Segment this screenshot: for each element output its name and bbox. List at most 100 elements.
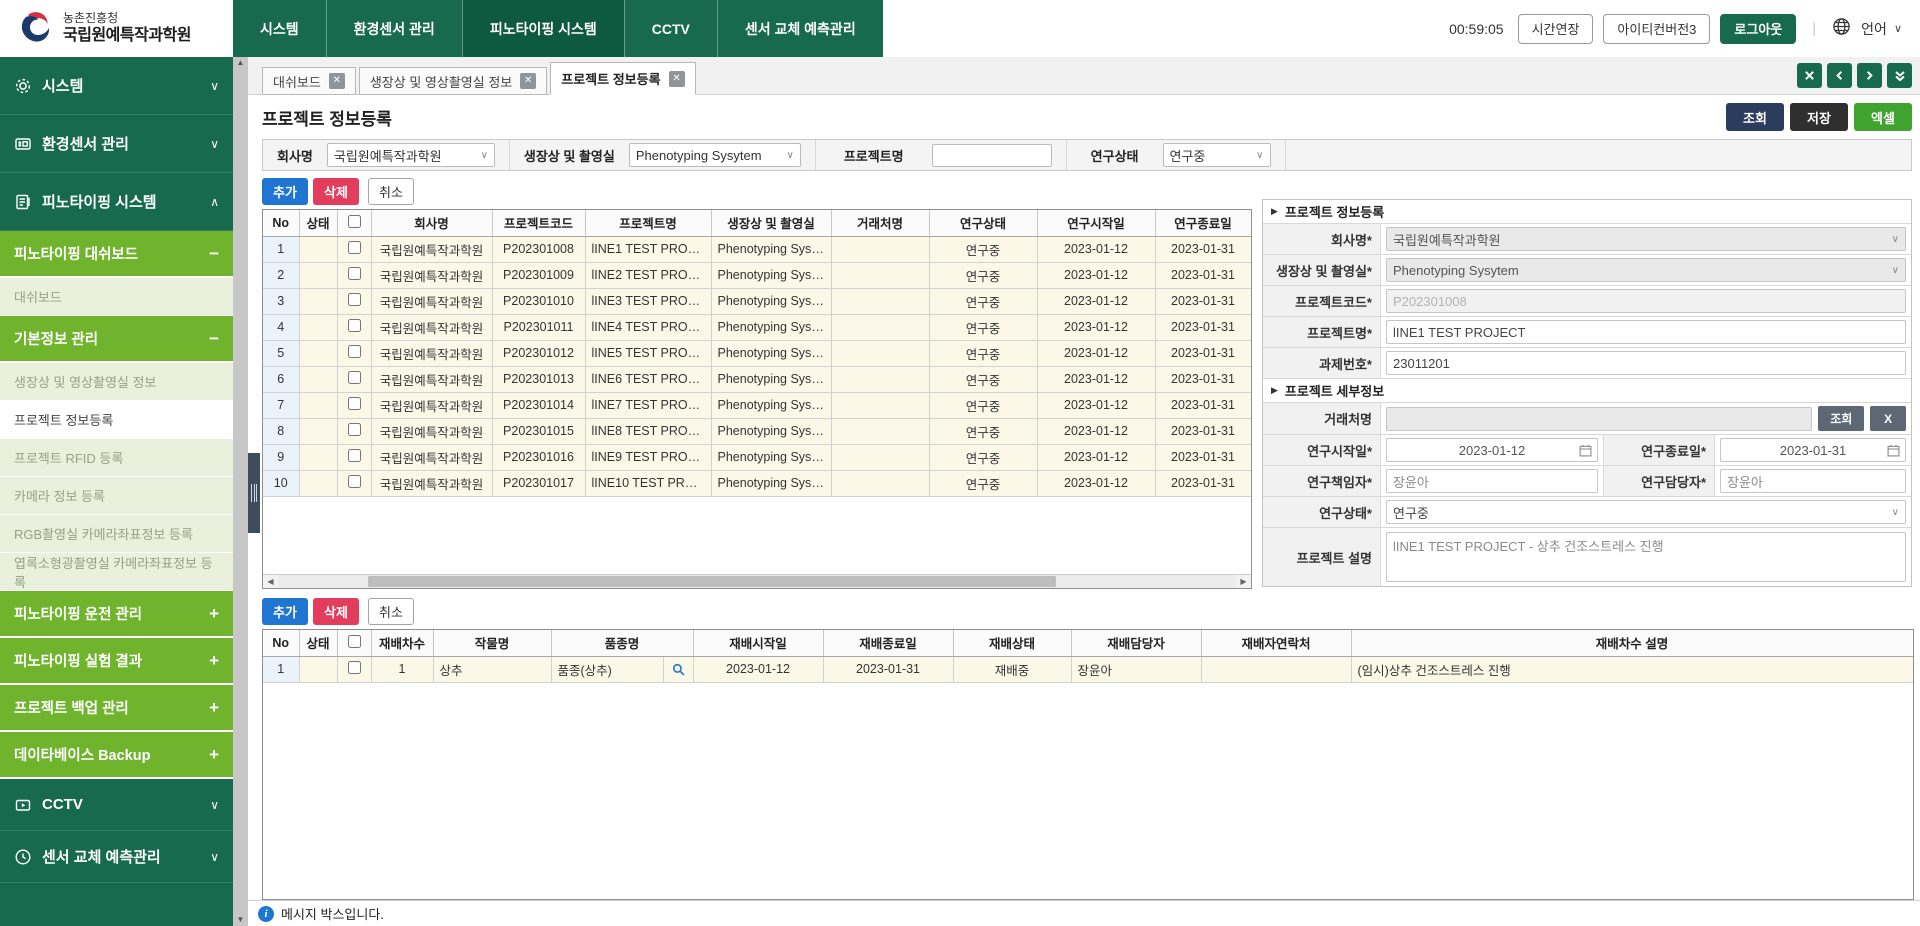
company-filter-label: 회사명 <box>263 146 327 165</box>
sidebar-group-experiment-result[interactable]: 피노타이핑 실험 결과 + <box>0 638 233 685</box>
task-number-field[interactable] <box>1386 351 1906 375</box>
table-row[interactable]: 6 국립원예특작과학원P202301013 lINE6 TEST PROJECT… <box>263 366 1251 392</box>
table-row[interactable]: 5 국립원예특작과학원P202301012 lINE5 TEST PROJECT… <box>263 340 1251 366</box>
table-row[interactable]: 2 국립원예특작과학원P202301009 lINE2 TEST PROJECT… <box>263 262 1251 288</box>
sidebar-item-phenotyping[interactable]: 피노타이핑 시스템 ∧ <box>0 173 233 231</box>
sidebar-item-cctv[interactable]: CCTV ∨ <box>0 779 233 831</box>
table-row[interactable]: 8 국립원예특작과학원P202301015 lINE8 TEST PROJECT… <box>263 418 1251 444</box>
row-checkbox[interactable] <box>348 319 361 332</box>
nav-sensor-predict[interactable]: 센서 교체 예측관리 <box>717 0 883 57</box>
nav-system[interactable]: 시스템 <box>233 0 326 57</box>
close-all-tabs-button[interactable] <box>1797 63 1822 88</box>
row-checkbox[interactable] <box>348 293 361 306</box>
sidebar-item-project-rfid[interactable]: 프로젝트 RFID 등록 <box>0 439 233 477</box>
select-all-checkbox[interactable] <box>348 635 361 648</box>
table-row[interactable]: 7 국립원예특작과학원P202301014 lINE7 TEST PROJECT… <box>263 392 1251 418</box>
add-cultivation-button[interactable]: 추가 <box>262 598 308 625</box>
logo: 농촌진흥청 국립원예특작과학원 <box>0 0 233 57</box>
manager-field[interactable] <box>1720 469 1906 493</box>
sidebar-group-dashboard[interactable]: 피노타이핑 대쉬보드 − <box>0 231 233 278</box>
client-search-button[interactable]: 조회 <box>1818 406 1864 431</box>
prev-tab-button[interactable] <box>1827 63 1852 88</box>
table-row[interactable]: 1 국립원예특작과학원P202301008 lINE1 TEST PROJECT… <box>263 236 1251 262</box>
row-checkbox[interactable] <box>348 475 361 488</box>
table-row[interactable]: 1 1 상추 품종(상추) 202 <box>263 656 1913 682</box>
tab-project-register[interactable]: 프로젝트 정보등록 ✕ <box>550 62 695 95</box>
next-tab-button[interactable] <box>1857 63 1882 88</box>
variety-search-icon[interactable] <box>670 663 687 676</box>
state-select[interactable]: 연구중 ∨ <box>1386 500 1906 524</box>
sidebar-item-dashboard[interactable]: 대쉬보드 <box>0 278 233 316</box>
row-checkbox[interactable] <box>348 345 361 358</box>
sidebar-item-growth-room-info[interactable]: 생장상 및 영상촬영실 정보 <box>0 363 233 401</box>
language-menu[interactable]: 언어 ∨ <box>1861 19 1902 39</box>
scroll-right-icon[interactable]: ▶ <box>1236 575 1251 588</box>
nav-cctv[interactable]: CCTV <box>624 0 717 57</box>
calendar-icon[interactable] <box>1887 444 1900 457</box>
sidebar-item-project-register[interactable]: 프로젝트 정보등록 <box>0 401 233 439</box>
page-vertical-scrollbar[interactable]: ▲ ▼ <box>233 57 248 926</box>
tab-growth-room-info[interactable]: 생장상 및 영상촬영실 정보 ✕ <box>359 67 547 95</box>
client-clear-button[interactable]: X <box>1870 406 1906 431</box>
sidebar-item-sensor-predict[interactable]: 센서 교체 예측관리 ∨ <box>0 831 233 883</box>
cancel-cultivation-button[interactable]: 취소 <box>368 598 414 625</box>
select-all-checkbox[interactable] <box>348 215 361 228</box>
tab-list-button[interactable] <box>1887 63 1912 88</box>
sidebar-item-rgb-camera-coord[interactable]: RGB촬영실 카메라좌표정보 등록 <box>0 515 233 553</box>
delete-row-button[interactable]: 삭제 <box>313 178 359 205</box>
close-icon[interactable]: ✕ <box>669 71 685 87</box>
row-checkbox[interactable] <box>348 423 361 436</box>
close-icon[interactable]: ✕ <box>329 73 345 89</box>
sidebar-group-database-backup[interactable]: 데이타베이스 Backup + <box>0 732 233 779</box>
table-row[interactable]: 9 국립원예특작과학원P202301016 lINE9 TEST PROJECT… <box>263 444 1251 470</box>
sidebar-item-system[interactable]: 시스템 ∨ <box>0 57 233 115</box>
grid-horizontal-scrollbar[interactable]: ◀ ▶ <box>263 574 1251 588</box>
end-date-field[interactable]: 2023-01-31 <box>1720 438 1906 462</box>
cancel-button[interactable]: 취소 <box>368 178 414 205</box>
row-checkbox[interactable] <box>348 661 361 674</box>
project-name-field[interactable] <box>1386 320 1906 344</box>
state-filter-value: 연구중 <box>1170 146 1206 165</box>
table-row[interactable]: 3 국립원예특작과학원P202301010 lINE3 TEST PROJECT… <box>263 288 1251 314</box>
scroll-left-icon[interactable]: ◀ <box>263 575 278 588</box>
table-row[interactable]: 10 국립원예특작과학원P202301017 lINE10 TEST PROJE… <box>263 470 1251 496</box>
scrollbar-thumb[interactable] <box>368 576 1056 587</box>
sidebar-group-project-backup[interactable]: 프로젝트 백업 관리 + <box>0 685 233 732</box>
close-icon[interactable]: ✕ <box>520 73 536 89</box>
row-checkbox[interactable] <box>348 241 361 254</box>
description-field[interactable]: lINE1 TEST PROJECT - 상추 건조스트레스 진행 <box>1386 532 1906 582</box>
company-filter-select[interactable]: 국립원예특작과학원 ∨ <box>327 143 495 167</box>
row-checkbox[interactable] <box>348 267 361 280</box>
excel-button[interactable]: 엑셀 <box>1854 103 1912 131</box>
tab-dashboard[interactable]: 대쉬보드 ✕ <box>262 67 356 95</box>
search-button[interactable]: 조회 <box>1726 103 1784 131</box>
scroll-up-icon[interactable]: ▲ <box>237 59 245 67</box>
sidebar-item-chlorophyll-camera-coord[interactable]: 엽록소형광촬영실 카메라좌표정보 등록 <box>0 553 233 591</box>
row-checkbox[interactable] <box>348 449 361 462</box>
save-button[interactable]: 저장 <box>1790 103 1848 131</box>
add-row-button[interactable]: 추가 <box>262 178 308 205</box>
project-name-input[interactable] <box>932 144 1052 167</box>
company-select[interactable]: 국립원예특작과학원 ∨ <box>1386 227 1906 251</box>
extend-time-button[interactable]: 시간연장 <box>1518 14 1594 44</box>
room-filter-select[interactable]: Phenotyping Sysytem ∨ <box>629 143 801 167</box>
sidebar-item-camera-info[interactable]: 카메라 정보 등록 <box>0 477 233 515</box>
scroll-down-icon[interactable]: ▼ <box>237 916 245 924</box>
delete-cultivation-button[interactable]: 삭제 <box>313 598 359 625</box>
sidebar-item-env-sensor[interactable]: 환경센서 관리 ∨ <box>0 115 233 173</box>
state-filter-select[interactable]: 연구중 ∨ <box>1163 143 1271 167</box>
sidebar-group-basic-info[interactable]: 기본정보 관리 − <box>0 316 233 363</box>
logout-button[interactable]: 로그아웃 <box>1720 14 1796 44</box>
room-select[interactable]: Phenotyping Sysytem ∨ <box>1386 258 1906 282</box>
start-date-field[interactable]: 2023-01-12 <box>1386 438 1598 462</box>
account-button[interactable]: 아이티컨버전3 <box>1603 14 1710 44</box>
nav-env-sensor[interactable]: 환경센서 관리 <box>326 0 462 57</box>
calendar-icon[interactable] <box>1579 444 1592 457</box>
sidebar-group-operation[interactable]: 피노타이핑 운전 관리 + <box>0 591 233 638</box>
row-checkbox[interactable] <box>348 371 361 384</box>
pane-splitter-handle[interactable] <box>248 453 260 533</box>
row-checkbox[interactable] <box>348 397 361 410</box>
nav-phenotyping[interactable]: 피노타이핑 시스템 <box>462 0 624 57</box>
leader-field[interactable] <box>1386 469 1598 493</box>
table-row[interactable]: 4 국립원예특작과학원P202301011 lINE4 TEST PROJECT… <box>263 314 1251 340</box>
